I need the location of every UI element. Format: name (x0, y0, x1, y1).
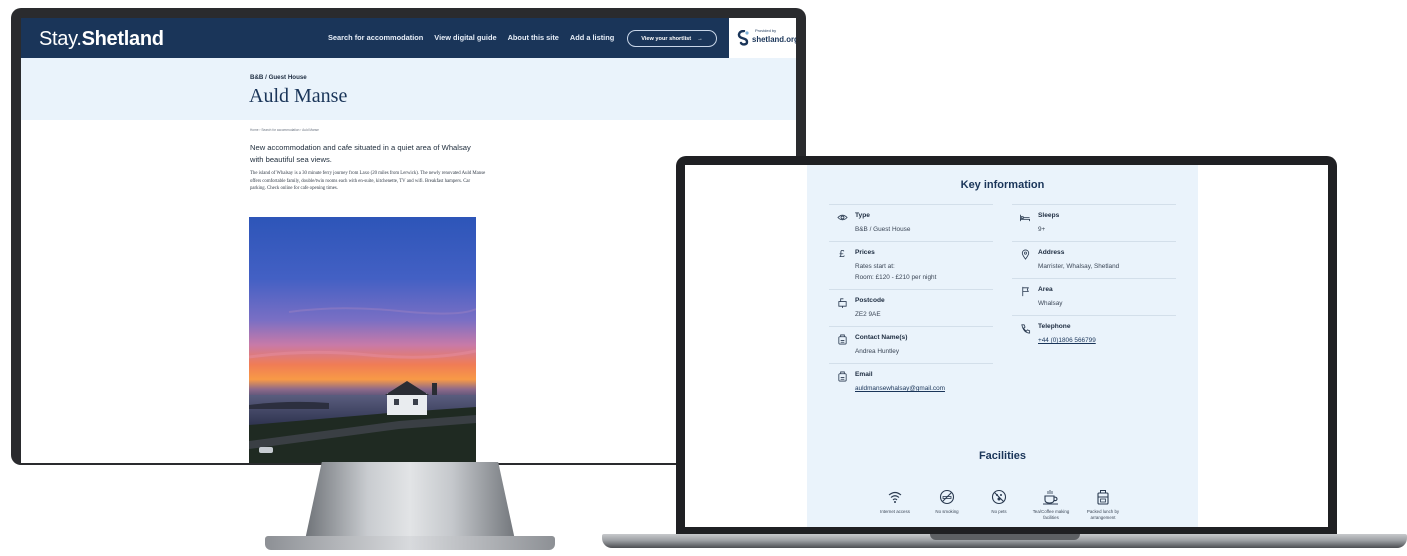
mailbox-icon (836, 297, 848, 309)
facility-no-smoking: No smoking (921, 489, 973, 520)
lunch-box-icon (1077, 489, 1129, 507)
info-telephone: Telephone +44 (0)1806 566799 (1012, 315, 1176, 352)
sunset-house-photo (249, 217, 476, 463)
facility-no-pets: No pets (973, 489, 1025, 520)
facility-no-pets-label: No pets (991, 509, 1007, 514)
facility-internet: Internet access (869, 489, 921, 520)
info-area-label: Area (1038, 286, 1053, 293)
nav-digital-guide[interactable]: View digital guide (434, 33, 496, 42)
wifi-icon (869, 489, 921, 507)
info-type-label: Type (855, 212, 870, 219)
tea-cup-icon (1025, 489, 1077, 507)
info-prices-value-2: Room: £120 - £210 per night (855, 274, 937, 281)
listing-description: The island of Whalsay is a 30 minute fer… (250, 171, 486, 192)
info-postcode-label: Postcode (855, 297, 885, 304)
shetland-org-mark (737, 29, 749, 46)
facility-packed-lunch-label: Packed lunch by arrangement (1086, 509, 1120, 520)
info-address-value: Marrister, Whalsay, Shetland (1038, 263, 1120, 270)
facility-no-smoking-label: No smoking (935, 509, 959, 514)
laptop-notch (930, 534, 1080, 540)
laptop: Key information Type B&B / Guest House £… (676, 156, 1337, 534)
facility-tea-coffee-label: Tea/Coffee making facilities (1032, 509, 1070, 520)
shortlist-button-label: View your shortlist (641, 35, 692, 42)
nav-about-site[interactable]: About this site (508, 33, 559, 42)
contact-icon (836, 334, 848, 346)
bed-icon (1019, 212, 1031, 224)
telephone-link[interactable]: +44 (0)1806 566799 (1038, 335, 1176, 346)
phone-icon (1019, 323, 1031, 335)
email-icon (836, 371, 848, 383)
info-sleeps: Sleeps 9+ (1012, 204, 1176, 241)
nav-search-accommodation[interactable]: Search for accommodation (328, 33, 423, 42)
listing-category: B&B / Guest House (250, 74, 307, 81)
info-prices-label: Prices (855, 249, 875, 256)
email-link[interactable]: auldmansewhalsay@gmail.com (855, 383, 993, 394)
key-info-right-column: Sleeps 9+ Address Marrister, Whalsay, Sh… (1012, 204, 1176, 352)
info-address: Address Marrister, Whalsay, Shetland (1012, 241, 1176, 278)
site-header: Stay.Shetland Search for accommodation V… (21, 18, 796, 58)
listing-lead-text: New accommodation and cafe situated in a… (250, 143, 471, 164)
nav-add-listing[interactable]: Add a listing (570, 33, 614, 42)
provider-name: shetland.org (752, 35, 796, 44)
key-info-left-column: Type B&B / Guest House £ Prices Rates st… (829, 204, 993, 400)
stay-shetland-logo[interactable]: Stay.Shetland (39, 28, 164, 51)
info-prices: £ Prices Rates start at: Room: £120 - £2… (829, 241, 993, 289)
facility-internet-label: Internet access (880, 509, 910, 514)
view-shortlist-button[interactable]: View your shortlist → (627, 30, 717, 47)
info-type-value: B&B / Guest House (855, 226, 911, 233)
key-information-panel: Key information Type B&B / Guest House £… (807, 165, 1198, 527)
no-smoking-icon (921, 489, 973, 507)
info-contact-value: Andrea Huntley (855, 348, 900, 355)
main-nav: Search for accommodation View digital gu… (328, 33, 614, 42)
info-area: Area Whalsay (1012, 278, 1176, 315)
pound-icon: £ (839, 249, 845, 260)
info-area-value: Whalsay (1038, 300, 1063, 307)
facility-packed-lunch: Packed lunch by arrangement (1077, 489, 1129, 520)
listing-title: Auld Manse (249, 85, 348, 107)
info-sleeps-label: Sleeps (1038, 212, 1060, 219)
info-sleeps-value: 9+ (1038, 226, 1046, 233)
info-contact-label: Contact Name(s) (855, 334, 908, 341)
flag-icon (1019, 286, 1031, 298)
info-email: Email auldmansewhalsay@gmail.com (829, 363, 993, 400)
info-email-label: Email (855, 371, 873, 378)
monitor-stand-neck (305, 462, 515, 540)
listing-photo (249, 217, 476, 463)
pin-icon (1019, 249, 1031, 261)
facilities-list: Internet access No smoking No pets Tea/C… (869, 489, 1129, 520)
arrow-right-icon: → (697, 35, 703, 42)
shetland-org-logo-icon (737, 29, 751, 46)
device-mockup-stage: Stay.Shetland Search for accommodation V… (0, 0, 1407, 556)
no-pets-icon (973, 489, 1025, 507)
info-postcode-value: ZE2 9AE (855, 311, 881, 318)
info-prices-value-1: Rates start at: (855, 263, 895, 270)
facilities-heading: Facilities (978, 450, 1027, 462)
monitor-stand-foot (265, 536, 555, 550)
info-telephone-label: Telephone (1038, 323, 1071, 330)
provided-by-badge[interactable]: Provided by shetland.org (729, 18, 796, 58)
provided-by-label: Provided by (755, 28, 777, 33)
eye-icon (836, 212, 848, 224)
facility-tea-coffee: Tea/Coffee making facilities (1025, 489, 1077, 520)
listing-hero (21, 58, 796, 120)
info-postcode: Postcode ZE2 9AE (829, 289, 993, 326)
info-contact: Contact Name(s) Andrea Huntley (829, 326, 993, 363)
info-address-label: Address (1038, 249, 1065, 256)
laptop-screen: Key information Type B&B / Guest House £… (685, 165, 1328, 527)
breadcrumb[interactable]: Home › Search for accommodation › Auld M… (250, 128, 319, 132)
info-type: Type B&B / Guest House (829, 204, 993, 241)
key-information-heading: Key information (960, 179, 1045, 191)
